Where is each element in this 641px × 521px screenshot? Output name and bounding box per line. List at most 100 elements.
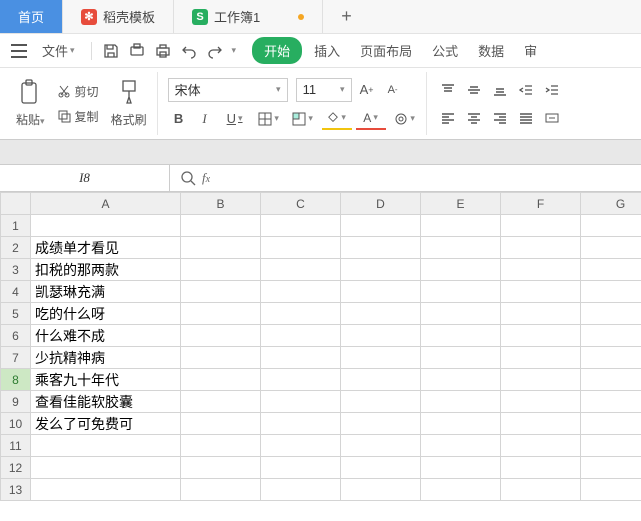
row-header-7[interactable]: 7 <box>1 347 31 369</box>
cell-D4[interactable] <box>341 281 421 303</box>
cell-F8[interactable] <box>501 369 581 391</box>
font-name-select[interactable]: 宋体▾ <box>168 78 288 102</box>
cell-D13[interactable] <box>341 479 421 501</box>
cell-G1[interactable] <box>581 215 641 237</box>
cell-A13[interactable] <box>31 479 181 501</box>
pagelayout-menu[interactable]: 页面布局 <box>352 37 420 64</box>
cell-E8[interactable] <box>421 369 501 391</box>
cell-D9[interactable] <box>341 391 421 413</box>
font-color-button[interactable]: A▾ <box>356 108 386 130</box>
row-header-8[interactable]: 8 <box>1 369 31 391</box>
cell-D5[interactable] <box>341 303 421 325</box>
cell-C11[interactable] <box>261 435 341 457</box>
cell-C8[interactable] <box>261 369 341 391</box>
cell-G2[interactable] <box>581 237 641 259</box>
cell-F7[interactable] <box>501 347 581 369</box>
qat-chevron-down-icon[interactable]: ▾ <box>232 45 237 56</box>
cell-B5[interactable] <box>181 303 261 325</box>
cell-G12[interactable] <box>581 457 641 479</box>
cell-style-button[interactable]: ▾ <box>288 108 318 130</box>
cell-D3[interactable] <box>341 259 421 281</box>
col-header-F[interactable]: F <box>501 193 581 215</box>
cell-B3[interactable] <box>181 259 261 281</box>
start-menu[interactable]: 开始 <box>252 37 302 64</box>
cell-C2[interactable] <box>261 237 341 259</box>
cell-A3[interactable]: 扣税的那两款 <box>31 259 181 281</box>
increase-indent-button[interactable] <box>541 79 563 101</box>
cell-A9[interactable]: 查看佳能软胶囊 <box>31 391 181 413</box>
cell-F6[interactable] <box>501 325 581 347</box>
row-header-10[interactable]: 10 <box>1 413 31 435</box>
cell-F5[interactable] <box>501 303 581 325</box>
cell-D11[interactable] <box>341 435 421 457</box>
cell-D2[interactable] <box>341 237 421 259</box>
cell-G3[interactable] <box>581 259 641 281</box>
row-header-11[interactable]: 11 <box>1 435 31 457</box>
cell-A6[interactable]: 什么难不成 <box>31 325 181 347</box>
cell-G4[interactable] <box>581 281 641 303</box>
merge-button[interactable] <box>541 107 563 129</box>
cell-A1[interactable] <box>31 215 181 237</box>
cell-A5[interactable]: 吃的什么呀 <box>31 303 181 325</box>
col-header-A[interactable]: A <box>31 193 181 215</box>
cell-B2[interactable] <box>181 237 261 259</box>
cell-F9[interactable] <box>501 391 581 413</box>
cell-B6[interactable] <box>181 325 261 347</box>
align-top-button[interactable] <box>437 79 459 101</box>
format-painter-button[interactable]: 格式刷 <box>107 77 151 130</box>
select-all-corner[interactable] <box>1 193 31 215</box>
copy-button[interactable]: 复制 <box>53 106 103 127</box>
formula-menu[interactable]: 公式 <box>424 37 466 64</box>
cell-B13[interactable] <box>181 479 261 501</box>
row-header-5[interactable]: 5 <box>1 303 31 325</box>
italic-button[interactable]: I <box>194 108 216 130</box>
file-menu[interactable]: 文件▾ <box>34 37 83 64</box>
cell-B9[interactable] <box>181 391 261 413</box>
cell-D10[interactable] <box>341 413 421 435</box>
cell-B4[interactable] <box>181 281 261 303</box>
cell-E12[interactable] <box>421 457 501 479</box>
cell-C10[interactable] <box>261 413 341 435</box>
cell-F13[interactable] <box>501 479 581 501</box>
data-menu[interactable]: 数据 <box>470 37 512 64</box>
col-header-B[interactable]: B <box>181 193 261 215</box>
cell-C7[interactable] <box>261 347 341 369</box>
cell-B12[interactable] <box>181 457 261 479</box>
row-header-9[interactable]: 9 <box>1 391 31 413</box>
align-bottom-button[interactable] <box>489 79 511 101</box>
cell-C12[interactable] <box>261 457 341 479</box>
cell-F2[interactable] <box>501 237 581 259</box>
align-left-button[interactable] <box>437 107 459 129</box>
cell-D1[interactable] <box>341 215 421 237</box>
zoom-icon[interactable] <box>180 170 196 186</box>
review-menu[interactable]: 审 <box>516 37 545 64</box>
cell-A4[interactable]: 凯瑟琳充满 <box>31 281 181 303</box>
col-header-G[interactable]: G <box>581 193 641 215</box>
cell-C6[interactable] <box>261 325 341 347</box>
cell-C3[interactable] <box>261 259 341 281</box>
cell-E7[interactable] <box>421 347 501 369</box>
cell-A7[interactable]: 少抗精神病 <box>31 347 181 369</box>
save-icon[interactable] <box>100 40 122 62</box>
print-icon[interactable] <box>152 40 174 62</box>
cell-C13[interactable] <box>261 479 341 501</box>
cut-button[interactable]: 剪切 <box>53 81 103 102</box>
row-header-1[interactable]: 1 <box>1 215 31 237</box>
cell-E3[interactable] <box>421 259 501 281</box>
menu-icon[interactable] <box>8 40 30 62</box>
fill-color-button[interactable]: ▾ <box>322 108 352 130</box>
col-header-E[interactable]: E <box>421 193 501 215</box>
cell-A11[interactable] <box>31 435 181 457</box>
cell-A8[interactable]: 乘客九十年代 <box>31 369 181 391</box>
cell-F4[interactable] <box>501 281 581 303</box>
cell-A10[interactable]: 发么了可免费可 <box>31 413 181 435</box>
col-header-C[interactable]: C <box>261 193 341 215</box>
cell-B10[interactable] <box>181 413 261 435</box>
cell-E10[interactable] <box>421 413 501 435</box>
borders-button[interactable]: ▾ <box>254 108 284 130</box>
cell-G5[interactable] <box>581 303 641 325</box>
cell-B11[interactable] <box>181 435 261 457</box>
row-header-12[interactable]: 12 <box>1 457 31 479</box>
cell-D12[interactable] <box>341 457 421 479</box>
cell-F1[interactable] <box>501 215 581 237</box>
